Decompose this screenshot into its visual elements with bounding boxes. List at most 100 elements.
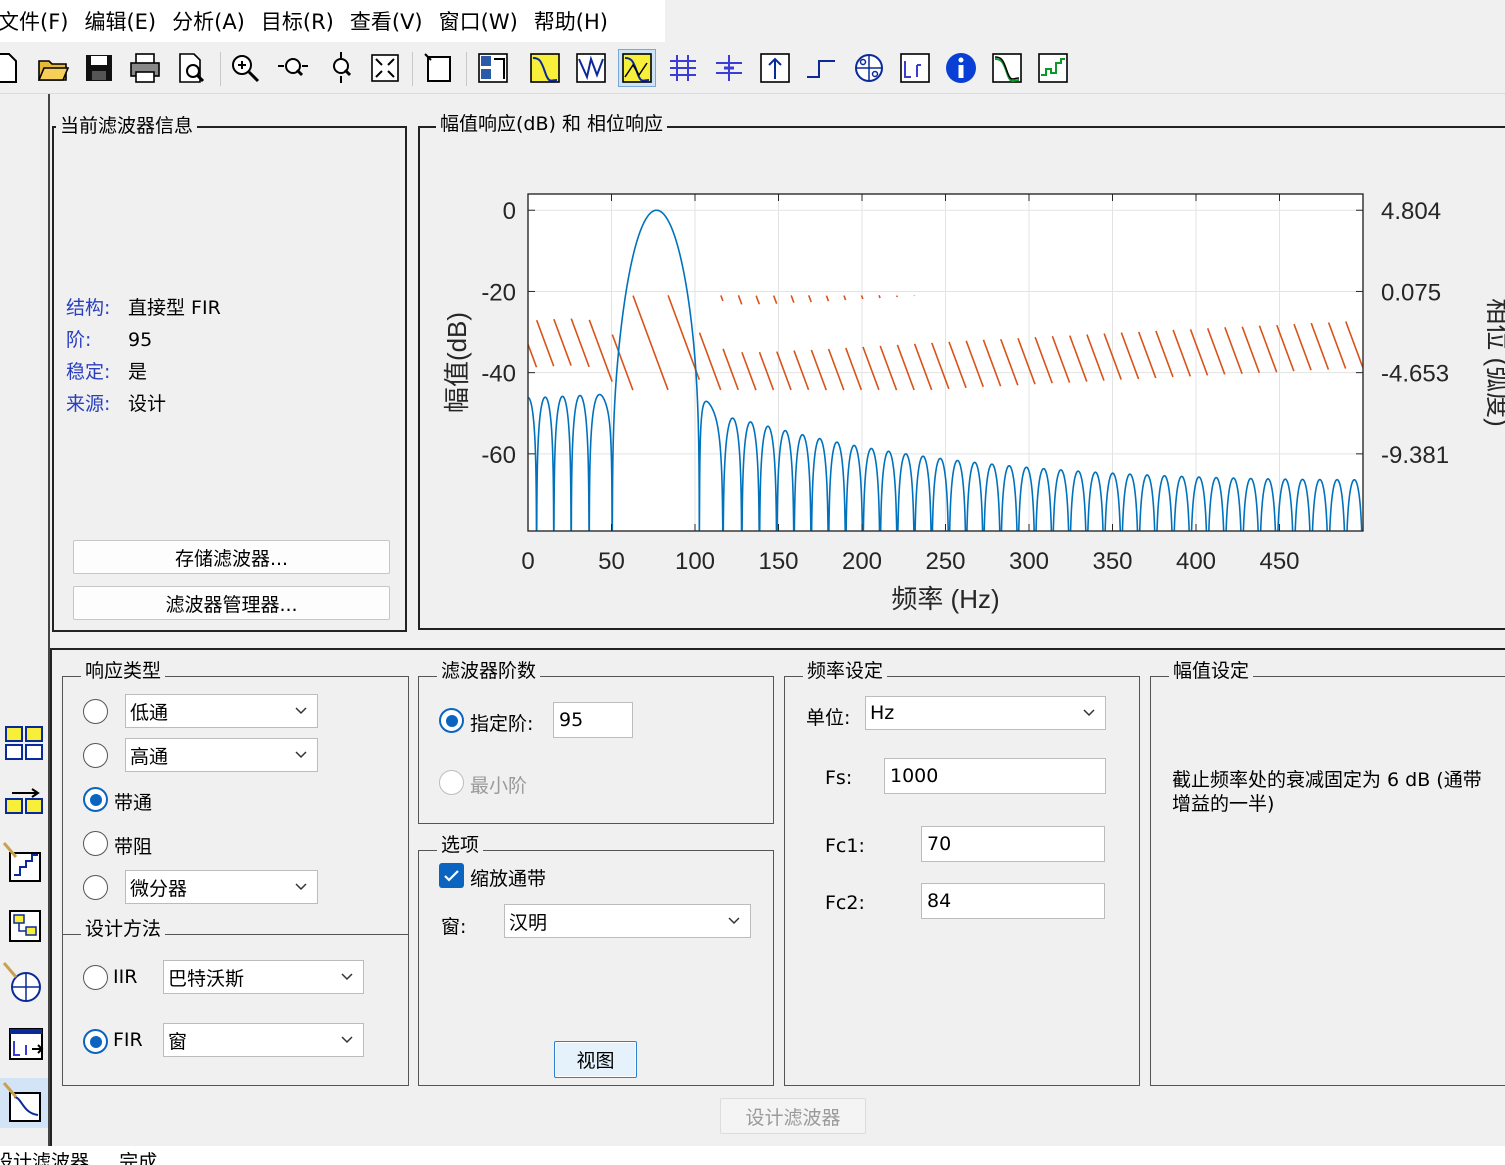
print-icon[interactable] [126,49,164,87]
bandstop-radio[interactable] [83,831,108,856]
lowpass-dropdown[interactable]: 低通 [125,694,318,728]
design-filter-button[interactable]: 设计滤波器 [720,1098,866,1134]
import-filter-icon[interactable] [0,1018,48,1068]
filter-specs-icon[interactable] [420,49,458,87]
zoom-x-icon[interactable] [274,49,312,87]
current-filter-info-title: 当前滤波器信息 [56,115,198,137]
y2-axis-label: 相位 (弧度) [1483,298,1505,427]
differentiator-dropdown[interactable]: 微分器 [125,870,318,904]
fir-method-dropdown[interactable]: 窗 [163,1023,364,1057]
save-icon[interactable] [80,49,118,87]
units-value: Hz [870,702,895,724]
filter-order-group [418,676,774,824]
pole-zero-icon[interactable] [850,49,888,87]
menu-analysis[interactable]: 分析(A) [172,6,253,36]
bandstop-label[interactable]: 带阻 [114,832,152,859]
magnitude-phase-chart[interactable]: 0 50 100 150 200 250 300 350 400 450 0 -20 -40 -60 4.8… [420,130,1505,620]
quantize-icon[interactable] [0,838,48,888]
chevron-down-icon [295,707,307,715]
differentiator-radio[interactable] [83,875,108,900]
menu-targets[interactable]: 目标(R) [261,6,342,36]
full-view-icon[interactable] [366,49,404,87]
fir-radio[interactable] [83,1029,108,1054]
zoom-in-icon[interactable] [226,49,264,87]
status-bar: 设计滤波器 ... 完成 [0,1146,1505,1165]
x-tick-label: 350 [1092,548,1132,575]
coefficients-icon[interactable] [896,49,934,87]
round-off-noise-icon[interactable] [1034,49,1072,87]
design-panel-sidebar [0,94,50,1146]
info-value: 是 [128,361,148,383]
iir-radio[interactable] [83,965,108,990]
magnitude-phase-response-icon[interactable] [618,49,656,87]
menu-window[interactable]: 窗口(W) [439,6,526,36]
menu-edit[interactable]: 编辑(E) [84,6,164,36]
x-tick-label: 300 [1009,548,1049,575]
x-axis-label: 频率 (Hz) [891,584,999,614]
scale-passband-label[interactable]: 缩放通带 [470,864,546,891]
iir-label[interactable]: IIR [113,966,137,988]
highpass-radio[interactable] [83,743,108,768]
transform-filter-icon[interactable] [0,718,48,768]
zoom-y-icon[interactable] [322,49,360,87]
x-tick-label: 0 [521,548,534,575]
realize-model-icon[interactable] [0,898,48,948]
y2-tick-label: 0.075 [1381,279,1441,306]
minimum-order-radio[interactable] [439,770,464,795]
y2-tick-label: -4.653 [1381,361,1449,388]
phase-response-icon[interactable] [572,49,610,87]
bandpass-label[interactable]: 带通 [114,788,152,815]
iir-method-dropdown[interactable]: 巴特沃斯 [163,960,364,994]
menu-view[interactable]: 查看(V) [350,6,431,36]
y-axis-label: 幅值(dB) [442,312,472,413]
bandpass-radio[interactable] [83,787,108,812]
pole-zero-editor-icon[interactable] [0,958,48,1008]
x-tick-label: 450 [1259,548,1299,575]
frequency-spec-title: 频率设定 [803,660,888,682]
phase-delay-icon[interactable] [710,49,748,87]
fc1-label: Fc1: [825,835,865,857]
lowpass-radio[interactable] [83,699,108,724]
window-label: 窗: [441,916,467,938]
fc1-input[interactable]: 70 [921,826,1105,862]
filter-manager-button[interactable]: 滤波器管理器... [73,586,390,620]
multirate-icon[interactable] [0,778,48,828]
view-button[interactable]: 视图 [554,1041,637,1078]
fir-label[interactable]: FIR [113,1029,143,1051]
info-icon[interactable] [942,49,980,87]
chevron-down-icon [295,883,307,891]
fs-input[interactable]: 1000 [884,758,1106,794]
menu-help[interactable]: 帮助(H) [534,6,616,36]
options-title: 选项 [437,834,484,856]
frequency-spec-group [784,676,1140,1086]
order-input[interactable]: 95 [553,702,633,738]
magnitude-spec-note: 截止频率处的衰减固定为 6 dB (通带增益的一半) [1172,769,1482,815]
specify-order-radio[interactable] [439,708,464,733]
new-file-icon[interactable] [0,49,24,87]
step-response-icon[interactable] [802,49,840,87]
minimum-order-label[interactable]: 最小阶 [470,771,527,798]
units-dropdown[interactable]: Hz [865,696,1106,730]
impulse-response-icon[interactable] [756,49,794,87]
x-tick-label: 250 [925,548,965,575]
magnitude-estimate-icon[interactable] [988,49,1026,87]
fc2-input[interactable]: 84 [921,883,1105,919]
print-preview-icon[interactable] [172,49,210,87]
chevron-down-icon [1083,709,1095,717]
x-tick-label: 150 [758,548,798,575]
store-filter-button[interactable]: 存储滤波器... [73,540,390,574]
scale-passband-checkbox[interactable] [439,863,464,888]
menu-file[interactable]: 文件(F) [0,6,76,36]
open-folder-icon[interactable] [34,49,72,87]
full-view-analysis-icon[interactable] [474,49,512,87]
chevron-down-icon [728,917,740,925]
y2-tick-label: 4.804 [1381,198,1441,225]
magnitude-response-icon[interactable] [526,49,564,87]
specify-order-label[interactable]: 指定阶: [470,709,533,736]
highpass-dropdown[interactable]: 高通 [125,738,318,772]
y-tick-label: -40 [481,361,516,388]
x-tick-label: 400 [1176,548,1216,575]
window-dropdown[interactable]: 汉明 [504,904,751,938]
design-filter-icon[interactable] [0,1078,48,1128]
group-delay-icon[interactable] [664,49,702,87]
